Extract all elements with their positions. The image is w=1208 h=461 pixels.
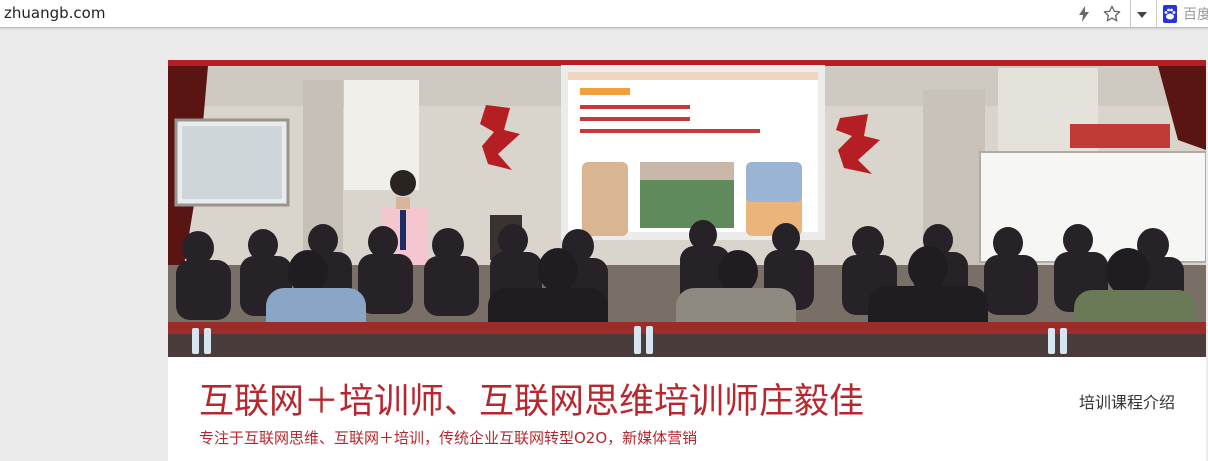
chevron-down-icon bbox=[1136, 4, 1147, 23]
history-dropdown-button[interactable] bbox=[1130, 0, 1152, 27]
toolbar-shadow bbox=[0, 28, 1208, 31]
url-field[interactable]: zhuangb.com bbox=[4, 3, 105, 23]
site-subtitle: 专注于互联网思维、互联网＋培训，传统企业互联网转型O2O，新媒体营销 bbox=[199, 429, 698, 447]
site-title: 互联网＋培训师、互联网思维培训师庄毅佳 bbox=[199, 382, 865, 422]
conference-photo bbox=[168, 60, 1206, 357]
page-card: 互联网＋培训师、互联网思维培训师庄毅佳 专注于互联网思维、互联网＋培训，传统企业… bbox=[168, 60, 1206, 461]
baidu-logo-icon[interactable] bbox=[1163, 4, 1177, 23]
search-placeholder: 百度 bbox=[1183, 6, 1208, 23]
nav-link-course-intro[interactable]: 培训课程介绍 bbox=[1079, 393, 1175, 413]
search-engine-box[interactable]: 百度 bbox=[1156, 0, 1208, 27]
browser-toolbar: zhuangb.com 百度 bbox=[0, 0, 1208, 28]
star-icon[interactable] bbox=[1102, 4, 1122, 24]
header-banner-image bbox=[168, 60, 1206, 357]
address-bar-actions bbox=[1074, 0, 1122, 27]
lightning-icon[interactable] bbox=[1074, 4, 1094, 24]
